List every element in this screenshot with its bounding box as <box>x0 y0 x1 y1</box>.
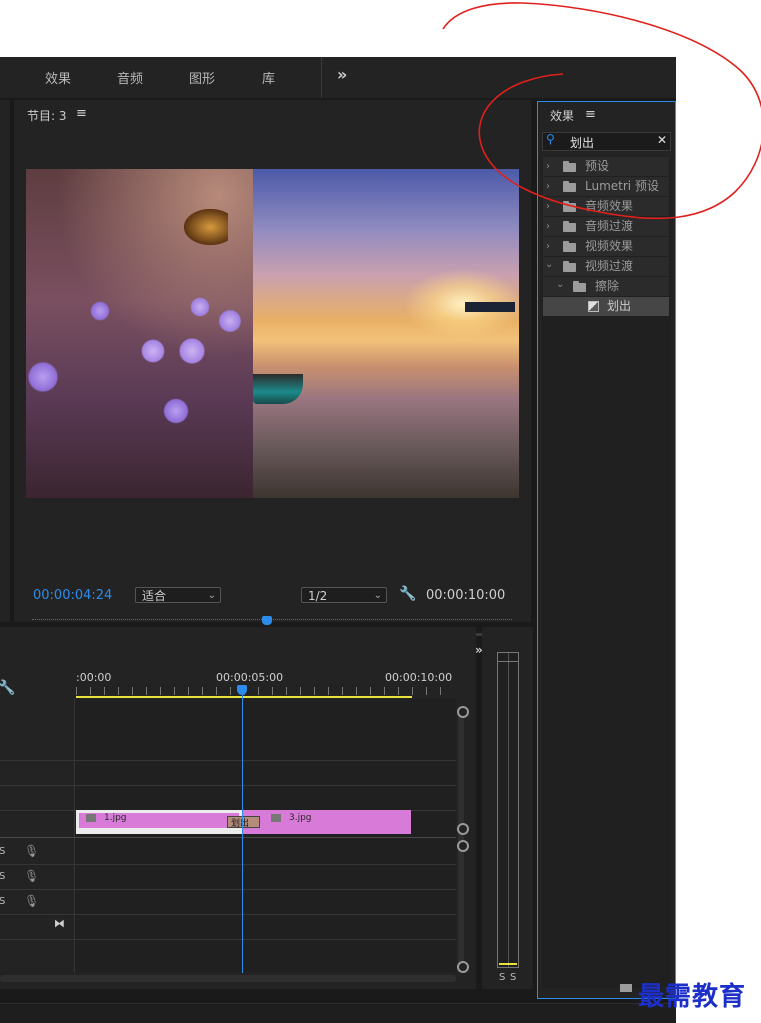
annotation-stroke <box>442 2 761 220</box>
watermark-logo: 最需教育 <box>638 982 747 1012</box>
red-annotation-circle <box>442 2 761 220</box>
